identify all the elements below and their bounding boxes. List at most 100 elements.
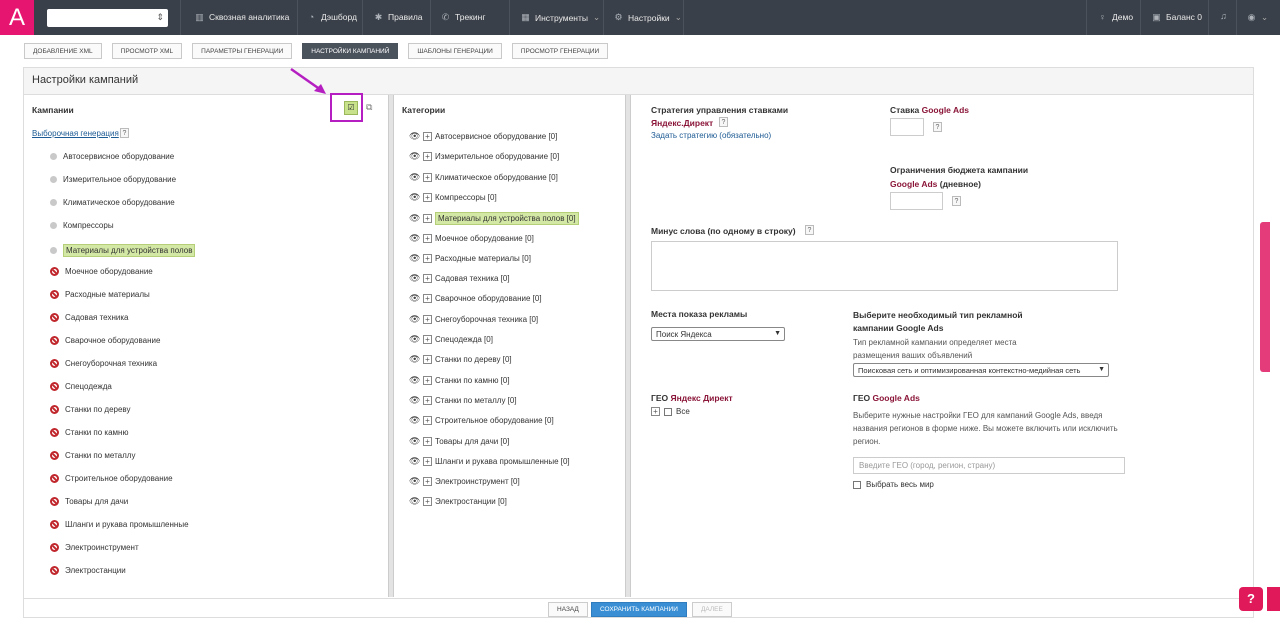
eye-icon[interactable]: 👁: [409, 293, 420, 304]
category-item[interactable]: 👁 + Электроинструмент [0]: [409, 476, 520, 487]
nav-settings[interactable]: ⚙ Настройки ⌄: [614, 12, 681, 23]
help-button[interactable]: ?: [1239, 587, 1263, 611]
expand-icon[interactable]: +: [423, 456, 432, 466]
campaign-item[interactable]: Материалы для устройства полов: [50, 244, 196, 257]
eye-icon[interactable]: 👁: [409, 314, 420, 325]
step-view-xml[interactable]: ПРОСМОТР XML: [111, 43, 183, 59]
campaign-item[interactable]: Моечное оборудование: [50, 267, 153, 276]
eye-icon[interactable]: 👁: [409, 456, 420, 467]
help-icon[interactable]: ?: [719, 117, 728, 127]
category-item[interactable]: 👁 + Товары для дачи [0]: [409, 436, 509, 447]
nav-demo[interactable]: ♀ Демо: [1098, 12, 1133, 22]
eye-icon[interactable]: 👁: [409, 436, 420, 447]
expand-icon[interactable]: +: [423, 274, 432, 284]
step-generation-params[interactable]: ПАРАМЕТРЫ ГЕНЕРАЦИИ: [192, 43, 293, 59]
category-item[interactable]: 👁 + Расходные материалы [0]: [409, 253, 531, 264]
category-item[interactable]: 👁 + Автосервисное оборудование [0]: [409, 131, 557, 142]
campaign-item[interactable]: Станки по металлу: [50, 451, 135, 460]
check-all-button[interactable]: ☑: [344, 101, 358, 115]
category-item[interactable]: 👁 + Станки по дереву [0]: [409, 354, 512, 365]
help-icon[interactable]: ?: [933, 122, 942, 132]
selective-generation-link[interactable]: Выборочная генерация: [32, 129, 119, 138]
select-world-checkbox[interactable]: [853, 480, 861, 489]
step-generation-preview[interactable]: ПРОСМОТР ГЕНЕРАЦИИ: [511, 43, 609, 59]
eye-icon[interactable]: 👁: [409, 151, 420, 162]
category-item[interactable]: 👁 + Моечное оборудование [0]: [409, 233, 534, 244]
step-campaign-settings[interactable]: НАСТРОЙКИ КАМПАНИЙ: [302, 43, 399, 59]
category-item[interactable]: 👁 + Климатическое оборудование [0]: [409, 172, 558, 183]
expand-icon[interactable]: +: [423, 497, 432, 507]
category-item[interactable]: 👁 + Станки по камню [0]: [409, 375, 510, 386]
set-strategy-link[interactable]: Задать стратегию (обязательно): [651, 131, 771, 140]
user-menu[interactable]: ◉ ⌄: [1247, 12, 1269, 23]
expand-icon[interactable]: +: [423, 214, 432, 224]
ad-places-select[interactable]: Поиск Яндекса ▼: [651, 327, 785, 341]
category-item[interactable]: 👁 + Садовая техника [0]: [409, 273, 510, 284]
category-item[interactable]: 👁 + Измерительное оборудование [0]: [409, 151, 559, 162]
app-logo[interactable]: A: [0, 0, 34, 35]
expand-icon[interactable]: +: [423, 395, 432, 405]
nav-tracking[interactable]: ✆ Трекинг: [441, 12, 486, 22]
save-campaigns-button[interactable]: СОХРАНИТЬ КАМПАНИИ: [591, 602, 687, 617]
help-icon[interactable]: ?: [120, 128, 129, 138]
category-item[interactable]: 👁 + Электростанции [0]: [409, 496, 507, 507]
expand-icon[interactable]: +: [423, 355, 432, 365]
campaign-item[interactable]: Автосервисное оборудование: [50, 152, 174, 161]
account-selector[interactable]: ⇕: [47, 9, 168, 27]
campaign-item[interactable]: Электростанции: [50, 566, 126, 575]
eye-icon[interactable]: 👁: [409, 192, 420, 203]
campaign-item[interactable]: Строительное оборудование: [50, 474, 173, 483]
category-item[interactable]: 👁 + Материалы для устройства полов [0]: [409, 212, 579, 226]
help-icon[interactable]: ?: [805, 225, 814, 235]
next-button[interactable]: ДАЛЕЕ: [692, 602, 732, 617]
eye-icon[interactable]: 👁: [409, 233, 420, 244]
category-item[interactable]: 👁 + Шланги и рукава промышленные [0]: [409, 456, 570, 467]
help-icon[interactable]: ?: [952, 196, 961, 206]
eye-icon[interactable]: 👁: [409, 476, 420, 487]
campaign-item[interactable]: Садовая техника: [50, 313, 128, 322]
expand-icon[interactable]: +: [423, 192, 432, 202]
category-item[interactable]: 👁 + Станки по металлу [0]: [409, 395, 517, 406]
expand-icon[interactable]: +: [423, 335, 432, 344]
eye-icon[interactable]: 👁: [409, 253, 420, 264]
nav-dashboard[interactable]: ◔ Дэшборд: [307, 12, 357, 22]
expand-icon[interactable]: +: [423, 253, 432, 263]
eye-icon[interactable]: 👁: [409, 375, 420, 386]
expand-icon[interactable]: +: [423, 152, 432, 162]
eye-icon[interactable]: 👁: [409, 354, 420, 365]
expand-icon[interactable]: +: [423, 233, 432, 243]
campaign-type-select[interactable]: Поисковая сеть и оптимизированная контек…: [853, 363, 1109, 377]
campaign-item[interactable]: Измерительное оборудование: [50, 175, 176, 184]
eye-icon[interactable]: 👁: [409, 334, 420, 345]
campaign-item[interactable]: Компрессоры: [50, 221, 114, 230]
campaign-item[interactable]: Товары для дачи: [50, 497, 128, 506]
eye-icon[interactable]: 👁: [409, 395, 420, 406]
expand-icon[interactable]: +: [423, 436, 432, 446]
category-item[interactable]: 👁 + Компрессоры [0]: [409, 192, 497, 203]
expand-icon[interactable]: +: [423, 416, 432, 426]
eye-icon[interactable]: 👁: [409, 131, 420, 142]
campaign-item[interactable]: Снегоуборочная техника: [50, 359, 157, 368]
expand-icon[interactable]: +: [423, 477, 432, 487]
geo-all-checkbox[interactable]: [664, 407, 672, 416]
step-generation-templates[interactable]: ШАБЛОНЫ ГЕНЕРАЦИИ: [408, 43, 502, 59]
nav-rules[interactable]: ✱ Правила: [374, 12, 423, 22]
nav-balance[interactable]: ▣ Баланс 0: [1152, 12, 1202, 22]
category-item[interactable]: 👁 + Сварочное оборудование [0]: [409, 293, 542, 304]
campaign-item[interactable]: Спецодежда: [50, 382, 112, 391]
eye-icon[interactable]: 👁: [409, 172, 420, 183]
expand-icon[interactable]: +: [423, 314, 432, 324]
nav-tools[interactable]: ▦ Инструменты ⌄: [521, 12, 600, 23]
geo-search-input[interactable]: Введите ГЕО (город, регион, страну): [853, 457, 1125, 474]
budget-limit-input[interactable]: [890, 192, 943, 210]
campaign-item[interactable]: Шланги и рукава промышленные: [50, 520, 189, 529]
expand-icon[interactable]: +: [423, 172, 432, 182]
category-item[interactable]: 👁 + Строительное оборудование [0]: [409, 415, 554, 426]
expand-icon[interactable]: +: [423, 375, 432, 385]
campaign-item[interactable]: Сварочное оборудование: [50, 336, 160, 345]
eye-icon[interactable]: 👁: [409, 273, 420, 284]
minus-words-textarea[interactable]: [651, 241, 1118, 291]
category-item[interactable]: 👁 + Спецодежда [0]: [409, 334, 493, 345]
eye-icon[interactable]: 👁: [409, 213, 420, 224]
toggle-selection-button[interactable]: ⧉: [366, 102, 378, 114]
